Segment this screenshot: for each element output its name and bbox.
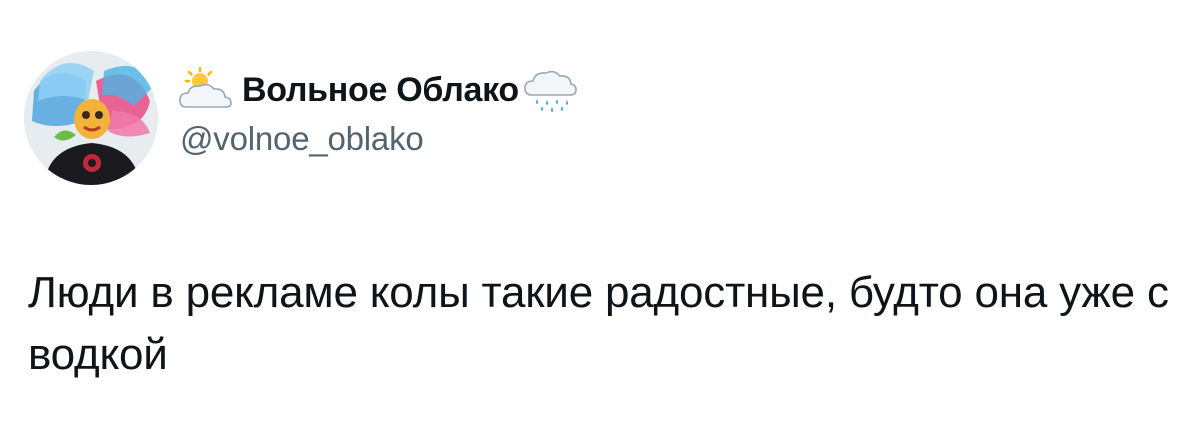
sun-behind-cloud-icon xyxy=(178,67,232,113)
author-display-name: Вольное Облако xyxy=(242,71,519,109)
author-name-row[interactable]: Вольное Облако xyxy=(178,64,577,116)
tweet-header: Вольное Облако @volnoe_oblako xyxy=(178,64,577,155)
cloud-with-rain-icon xyxy=(523,67,577,113)
author-handle[interactable]: @volnoe_oblako xyxy=(180,122,577,155)
avatar[interactable] xyxy=(24,51,158,185)
tweet-text: Люди в рекламе колы такие радостные, буд… xyxy=(28,268,1169,379)
tweet-card: Вольное Облако @volnoe_oblako Люди в рек… xyxy=(0,0,1202,439)
avatar-image xyxy=(24,51,158,185)
